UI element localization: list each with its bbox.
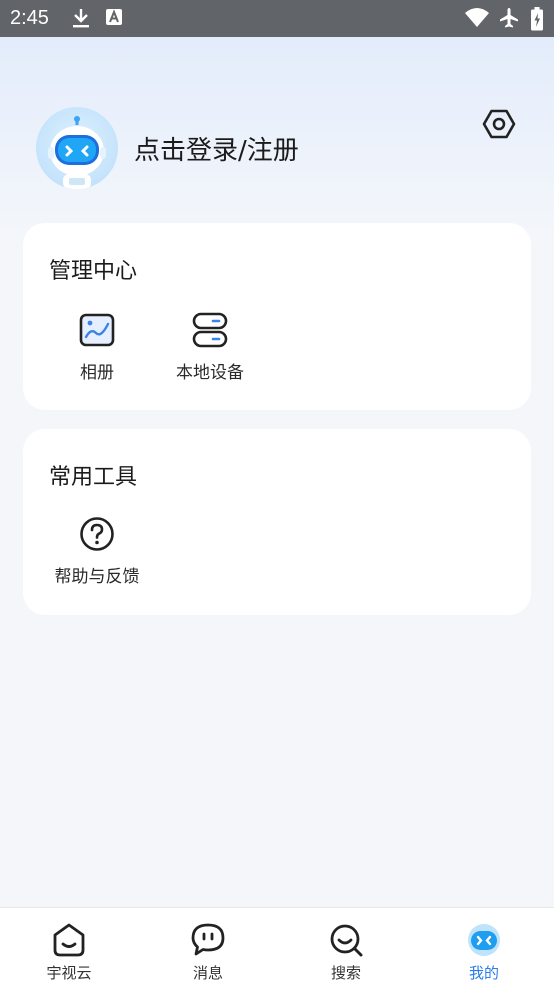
battery-icon [531, 7, 543, 31]
settings-icon[interactable] [481, 106, 517, 142]
avatar[interactable] [36, 107, 118, 189]
album-icon [79, 313, 115, 347]
local-device-label: 本地设备 [176, 363, 244, 383]
help-feedback-label: 帮助与反馈 [54, 567, 140, 587]
tab-label: 我的 [468, 964, 499, 982]
help-feedback-tile[interactable]: 帮助与反馈 [42, 516, 152, 587]
tab-search[interactable]: 搜索 [296, 922, 396, 983]
tab-mine[interactable]: 我的 [434, 922, 534, 983]
local-device-icon [192, 312, 228, 348]
bottom-tab-bar: 宇视云 消息 搜索 我的 [0, 907, 554, 985]
download-icon [73, 9, 89, 28]
message-icon [191, 923, 225, 956]
album-tile[interactable]: 相册 [42, 312, 152, 383]
cloud-home-icon [53, 923, 85, 957]
local-device-tile[interactable]: 本地设备 [155, 312, 265, 383]
common-tools-title: 常用工具 [49, 465, 138, 490]
management-center-card: 管理中心 相册 本地设备 [23, 223, 531, 410]
airplane-icon [500, 8, 518, 28]
status-bar: 2:45 [0, 0, 554, 37]
tab-label: 搜索 [330, 964, 361, 982]
keyboard-a-icon [106, 9, 122, 25]
robot-face-icon [468, 924, 500, 956]
wifi-icon [465, 8, 489, 27]
tab-label: 宇视云 [46, 964, 92, 982]
common-tools-card: 常用工具 帮助与反馈 [23, 429, 531, 615]
status-time: 2:45 [10, 7, 49, 29]
help-icon [80, 517, 114, 551]
album-label: 相册 [80, 363, 114, 383]
tab-label: 消息 [192, 964, 223, 982]
tab-yushiyun[interactable]: 宇视云 [19, 922, 119, 983]
login-register-link[interactable]: 点击登录/注册 [134, 130, 299, 167]
tab-messages[interactable]: 消息 [158, 922, 258, 983]
search-icon [330, 924, 363, 957]
management-center-title: 管理中心 [49, 259, 138, 284]
robot-avatar-icon [48, 116, 106, 189]
